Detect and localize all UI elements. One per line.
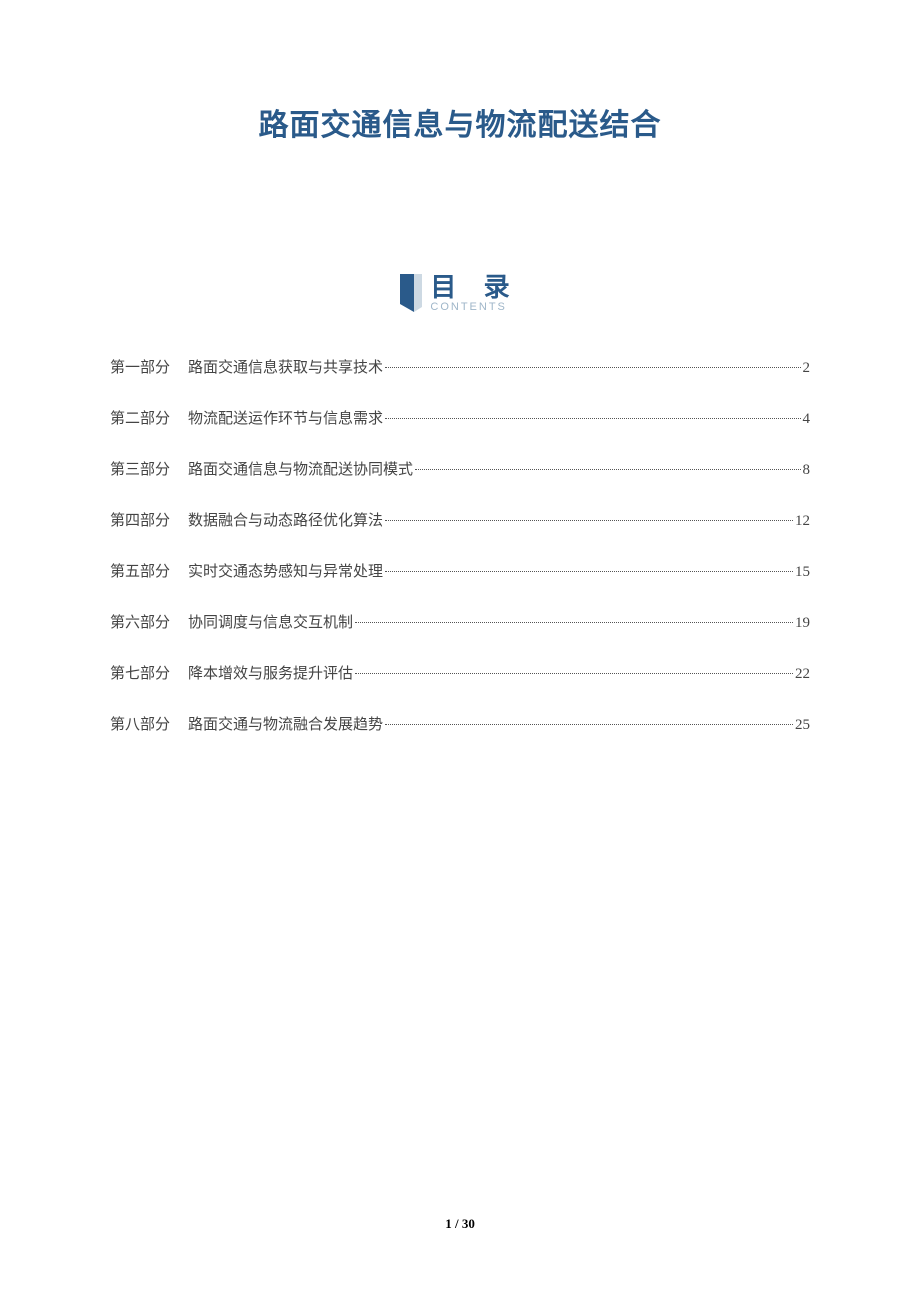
toc-item-title: 协同调度与信息交互机制 (188, 611, 353, 632)
toc-page-number: 25 (795, 717, 810, 734)
toc-part-label: 第一部分 (110, 356, 170, 377)
toc-row: 第一部分 路面交通信息获取与共享技术 2 (110, 356, 810, 377)
page-sep: / (452, 1216, 462, 1231)
toc-page-number: 4 (803, 411, 811, 428)
page-total: 30 (462, 1216, 475, 1231)
toc-leader-dots (385, 367, 800, 368)
toc-row: 第八部分 路面交通与物流融合发展趋势 25 (110, 713, 810, 734)
toc-leader-dots (385, 520, 793, 521)
toc-leader-dots (385, 724, 793, 725)
toc-page-number: 15 (795, 564, 810, 581)
toc-part-label: 第二部分 (110, 407, 170, 428)
toc-part-label: 第五部分 (110, 560, 170, 581)
toc-page-number: 19 (795, 615, 810, 632)
toc-page-number: 12 (795, 513, 810, 530)
toc-heading-cn: 目 录 (430, 274, 519, 300)
toc-leader-dots (355, 622, 793, 623)
toc-row: 第六部分 协同调度与信息交互机制 19 (110, 611, 810, 632)
toc-item-title: 物流配送运作环节与信息需求 (188, 407, 383, 428)
toc-part-label: 第七部分 (110, 662, 170, 683)
toc-leader-dots (415, 469, 800, 470)
toc-part-label: 第六部分 (110, 611, 170, 632)
document-title: 路面交通信息与物流配送结合 (110, 100, 810, 144)
toc-part-label: 第三部分 (110, 458, 170, 479)
page-footer: 1 / 30 (0, 1216, 920, 1232)
toc-item-title: 实时交通态势感知与异常处理 (188, 560, 383, 581)
toc-row: 第四部分 数据融合与动态路径优化算法 12 (110, 509, 810, 530)
toc-leader-dots (385, 571, 793, 572)
toc-item-title: 降本增效与服务提升评估 (188, 662, 353, 683)
toc-page-number: 8 (803, 462, 811, 479)
toc-row: 第三部分 路面交通信息与物流配送协同模式 8 (110, 458, 810, 479)
toc-heading-en: CONTENTS (430, 302, 507, 313)
toc-list: 第一部分 路面交通信息获取与共享技术 2 第二部分 物流配送运作环节与信息需求 … (110, 356, 810, 734)
toc-page-number: 22 (795, 666, 810, 683)
toc-leader-dots (355, 673, 793, 674)
toc-item-title: 路面交通信息获取与共享技术 (188, 356, 383, 377)
toc-row: 第五部分 实时交通态势感知与异常处理 15 (110, 560, 810, 581)
toc-item-title: 数据融合与动态路径优化算法 (188, 509, 383, 530)
toc-page-number: 2 (803, 360, 811, 377)
toc-leader-dots (385, 418, 800, 419)
toc-icon (400, 274, 422, 316)
toc-row: 第七部分 降本增效与服务提升评估 22 (110, 662, 810, 683)
toc-header: 目 录 CONTENTS (110, 274, 810, 316)
toc-part-label: 第四部分 (110, 509, 170, 530)
toc-item-title: 路面交通信息与物流配送协同模式 (188, 458, 413, 479)
toc-item-title: 路面交通与物流融合发展趋势 (188, 713, 383, 734)
toc-part-label: 第八部分 (110, 713, 170, 734)
toc-row: 第二部分 物流配送运作环节与信息需求 4 (110, 407, 810, 428)
